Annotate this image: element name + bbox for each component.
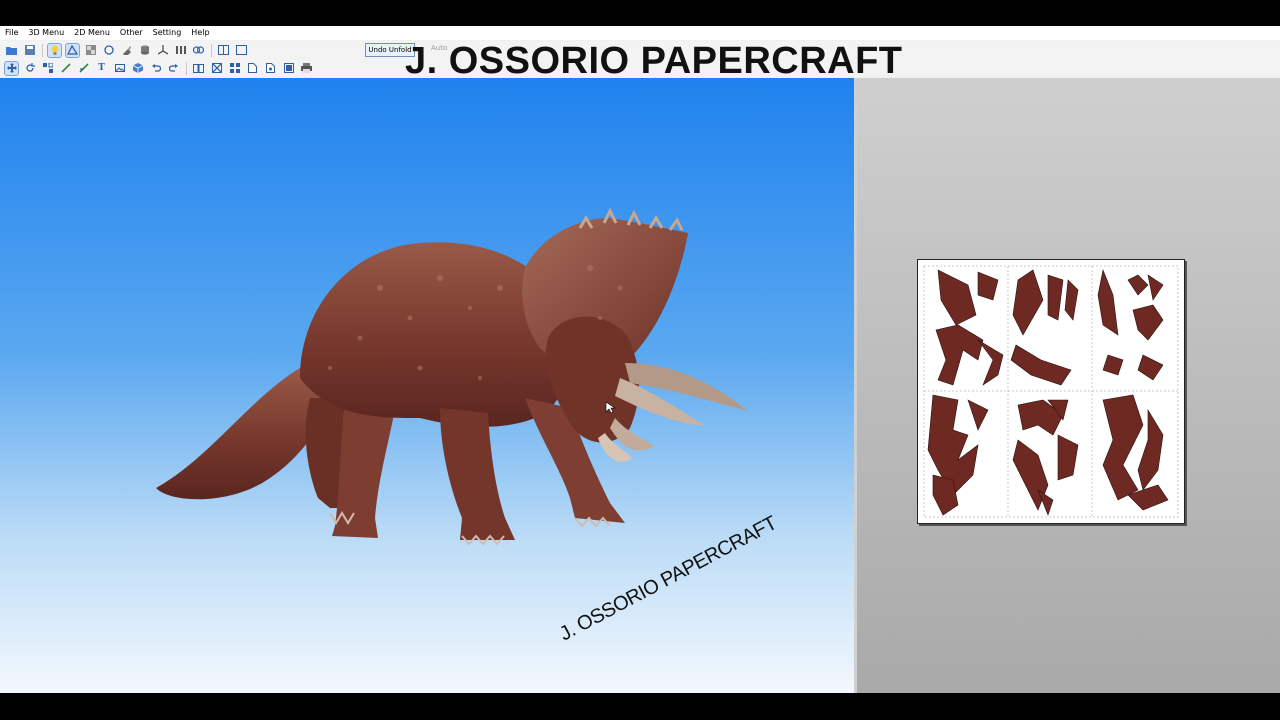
menu-help[interactable]: Help: [186, 26, 214, 40]
join-parts-icon[interactable]: [41, 62, 54, 75]
texture-icon[interactable]: [84, 44, 97, 57]
cube-icon[interactable]: [131, 62, 144, 75]
menu-3d[interactable]: 3D Menu: [23, 26, 69, 40]
menu-other[interactable]: Other: [115, 26, 148, 40]
print-icon[interactable]: [300, 62, 313, 75]
cylinder-icon[interactable]: [138, 44, 151, 57]
undo-icon[interactable]: [149, 62, 162, 75]
rotate-model-icon[interactable]: [102, 44, 115, 57]
unfolded-parts[interactable]: [918, 260, 1184, 523]
video-letterbox-top: [0, 0, 1280, 26]
split-view-icon[interactable]: [217, 44, 230, 57]
3d-view[interactable]: J. OSSORIO PAPERCRAFT: [0, 78, 854, 693]
text-icon[interactable]: T: [95, 62, 108, 75]
image-icon[interactable]: [113, 62, 126, 75]
columns-icon[interactable]: [174, 44, 187, 57]
triceratops-model[interactable]: [0, 78, 854, 693]
move-icon[interactable]: [4, 60, 19, 76]
axis-icon[interactable]: [156, 44, 169, 57]
menu-file[interactable]: File: [0, 26, 23, 40]
page-icon[interactable]: [246, 62, 259, 75]
video-letterbox-bottom: [0, 693, 1280, 720]
lightbulb-icon[interactable]: [47, 42, 62, 58]
toolbar-separator: [42, 43, 43, 57]
link-edges-icon[interactable]: [192, 44, 205, 57]
menu-bar: File 3D Menu 2D Menu Other Setting Help: [0, 26, 1280, 40]
rotate-part-icon[interactable]: [23, 62, 36, 75]
edit-line-icon[interactable]: [59, 62, 72, 75]
menu-setting[interactable]: Setting: [148, 26, 187, 40]
book-icon[interactable]: [192, 62, 205, 75]
flap-icon[interactable]: [77, 62, 90, 75]
redo-icon[interactable]: [167, 62, 180, 75]
single-view-icon[interactable]: [235, 44, 248, 57]
grid-icon[interactable]: [228, 62, 241, 75]
front-leg-left: [440, 408, 515, 540]
print-preview-icon[interactable]: [282, 62, 295, 75]
unfold-tool-icon[interactable]: [65, 42, 80, 58]
part-pieces: [927, 268, 1169, 516]
pattern-sheet[interactable]: [917, 259, 1185, 524]
toolbar-separator: [211, 43, 212, 57]
save-icon[interactable]: [23, 44, 36, 57]
toolbar-separator: [186, 61, 187, 75]
pattern-icon[interactable]: [210, 62, 223, 75]
overlay-title: J. OSSORIO PAPERCRAFT: [405, 40, 903, 82]
paint-icon[interactable]: [120, 44, 133, 57]
menu-2d[interactable]: 2D Menu: [69, 26, 115, 40]
page-settings-icon[interactable]: [264, 62, 277, 75]
open-file-icon[interactable]: [5, 44, 18, 57]
